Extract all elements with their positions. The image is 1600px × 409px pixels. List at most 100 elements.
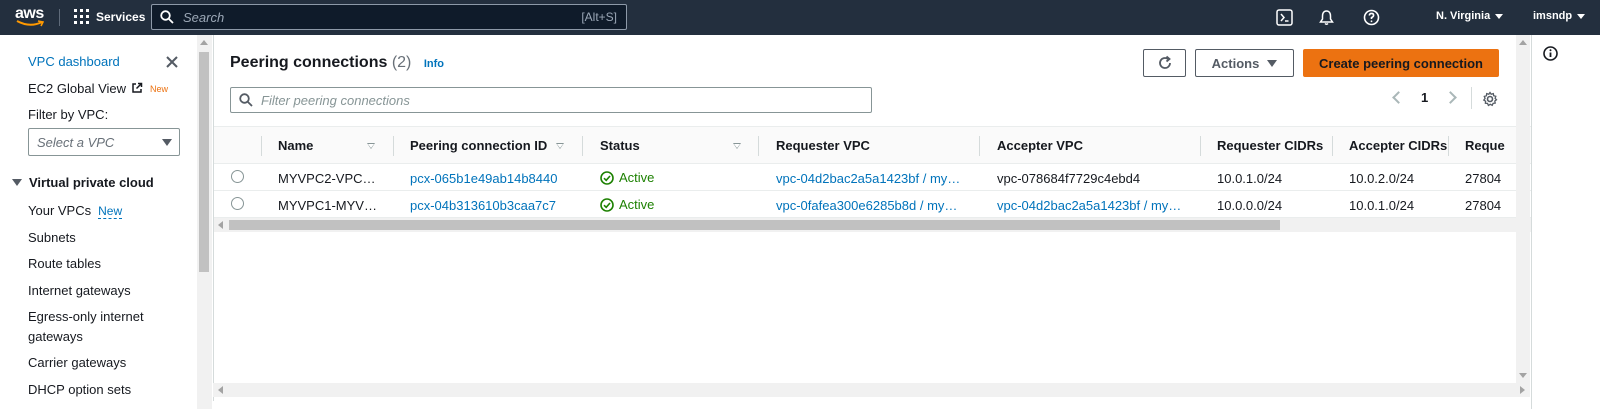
account-menu[interactable]: imsndp	[1533, 10, 1586, 22]
sidebar-item-egress-only-gateways-line2[interactable]: gateways	[28, 329, 83, 344]
sidebar-item-internet-gateways[interactable]: Internet gateways	[28, 283, 131, 298]
sidebar-item-route-tables[interactable]: Route tables	[28, 256, 101, 271]
sidebar-item-carrier-gateways[interactable]: Carrier gateways	[28, 355, 126, 370]
pager-divider	[1471, 87, 1472, 109]
cell-name: MYVPC1-MYV…	[278, 198, 377, 213]
your-vpcs-label: Your VPCs	[28, 203, 92, 218]
cell-requester-cidrs: 10.0.1.0/24	[1217, 171, 1283, 186]
sidebar-item-subnets[interactable]: Subnets	[28, 230, 76, 245]
services-label: Services	[96, 9, 146, 24]
pagination: 1	[1392, 90, 1458, 105]
refresh-button[interactable]	[1143, 49, 1186, 77]
section-virtual-private-cloud[interactable]: Virtual private cloud	[12, 175, 154, 190]
vpc-select[interactable]: Select a VPC	[28, 128, 180, 156]
scroll-right-icon[interactable]	[1520, 386, 1525, 394]
column-divider	[979, 136, 980, 156]
cell-status: Active	[600, 170, 654, 185]
vpc-select-placeholder: Select a VPC	[37, 135, 115, 150]
column-divider	[582, 136, 583, 156]
cell-peering-id-link[interactable]: pcx-065b1e49ab14b8440	[410, 171, 557, 186]
cell-status: Active	[600, 197, 654, 212]
next-page-icon[interactable]	[1444, 91, 1458, 104]
caret-down-icon	[1267, 59, 1278, 67]
page-title: Peering connections (2) Info	[230, 54, 444, 72]
expand-icon	[12, 179, 22, 186]
main-horizontal-scrollbar[interactable]	[213, 383, 1530, 397]
column-accepter-cidrs[interactable]: Accepter CIDRs	[1349, 138, 1447, 153]
actions-label: Actions	[1211, 55, 1260, 71]
row-radio[interactable]	[231, 197, 244, 210]
nav-divider	[59, 9, 60, 26]
column-accepter-vpc[interactable]: Accepter VPC	[997, 138, 1083, 153]
sidebar-item-egress-only-gateways[interactable]: Egress-only internet	[28, 309, 144, 324]
table-header: Name Peering connection ID Status Reques…	[214, 126, 1531, 164]
sidebar-item-your-vpcs[interactable]: Your VPCs New	[28, 203, 123, 219]
section-label: Virtual private cloud	[29, 175, 154, 190]
table-row[interactable]: MYVPC2-VPC… pcx-065b1e49ab14b8440 Active…	[214, 165, 1531, 191]
cell-requester-vpc-link[interactable]: vpc-0fafea300e6285b8d / my…	[776, 198, 957, 213]
scroll-left-icon[interactable]	[218, 221, 223, 229]
row-radio[interactable]	[231, 170, 244, 183]
cell-requester-owner: 27804	[1465, 171, 1502, 186]
column-name[interactable]: Name	[278, 138, 313, 153]
sidebar: VPC dashboard EC2 Global View New Filter…	[0, 35, 197, 409]
cell-requester-vpc-link[interactable]: vpc-04d2bac2a5a1423bf / my…	[776, 171, 960, 186]
sort-icon[interactable]	[556, 143, 564, 149]
scroll-up-icon[interactable]	[1519, 40, 1527, 45]
sort-icon[interactable]	[367, 143, 375, 149]
help-icon[interactable]	[1363, 9, 1380, 26]
table-horizontal-scrollbar[interactable]	[214, 218, 1531, 232]
aws-logo[interactable]: aws	[14, 4, 48, 30]
previous-page-icon[interactable]	[1392, 91, 1405, 104]
table-row[interactable]: MYVPC1-MYV… pcx-04b313610b3caa7c7 Active…	[214, 192, 1531, 218]
column-peering-connection-id[interactable]: Peering connection ID	[410, 138, 547, 153]
column-divider	[1332, 136, 1333, 156]
sidebar-item-dhcp-option-sets[interactable]: DHCP option sets	[28, 382, 131, 397]
top-navigation: aws Services Search [Alt+S] N. Virginia	[0, 0, 1600, 35]
status-label: Active	[619, 170, 655, 185]
cell-peering-id-link[interactable]: pcx-04b313610b3caa7c7	[410, 198, 556, 213]
scroll-down-icon[interactable]	[1519, 373, 1527, 378]
region-label: N. Virginia	[1436, 10, 1491, 22]
sidebar-item-ec2-global-view[interactable]: EC2 Global View New	[28, 81, 168, 96]
caret-down-icon	[162, 139, 172, 146]
sidebar-item-vpc-dashboard[interactable]: VPC dashboard	[28, 54, 120, 69]
cloudshell-icon[interactable]	[1276, 9, 1293, 26]
title-text: Peering connections	[230, 54, 388, 71]
main-content: Peering connections (2) Info Actions Cre…	[213, 35, 1531, 401]
column-divider	[1448, 136, 1449, 156]
main-vertical-scrollbar[interactable]	[1516, 35, 1530, 383]
bell-icon[interactable]	[1318, 9, 1335, 26]
scroll-left-icon[interactable]	[218, 386, 223, 394]
sidebar-scrollbar[interactable]	[197, 35, 212, 409]
actions-button[interactable]: Actions	[1195, 49, 1294, 77]
column-divider	[393, 136, 394, 156]
region-selector[interactable]: N. Virginia	[1436, 10, 1504, 22]
close-icon[interactable]	[165, 55, 179, 69]
create-peering-connection-button[interactable]: Create peering connection	[1303, 49, 1499, 77]
filter-input[interactable]: Filter peering connections	[230, 87, 872, 113]
info-icon[interactable]	[1543, 46, 1558, 61]
status-success-icon	[600, 170, 614, 185]
create-label: Create peering connection	[1319, 55, 1483, 71]
help-panel-rail	[1531, 35, 1600, 409]
scroll-up-icon[interactable]	[200, 40, 208, 45]
filter-by-vpc-label: Filter by VPC:	[28, 107, 109, 122]
cell-accepter-vpc-link[interactable]: vpc-04d2bac2a5a1423bf / my…	[997, 198, 1181, 213]
column-requester-vpc[interactable]: Requester VPC	[776, 138, 870, 153]
sort-icon[interactable]	[733, 143, 741, 149]
search-input[interactable]: Search [Alt+S]	[151, 4, 627, 30]
cell-accepter-cidrs: 10.0.1.0/24	[1349, 198, 1415, 213]
title-count: (2)	[391, 54, 412, 71]
search-icon	[239, 93, 253, 107]
services-menu-button[interactable]: Services	[74, 9, 145, 24]
column-status[interactable]: Status	[600, 138, 640, 153]
column-requester-owner[interactable]: Reque	[1465, 138, 1517, 153]
current-page[interactable]: 1	[1421, 90, 1428, 105]
scrollbar-thumb[interactable]	[229, 220, 1280, 230]
scrollbar-thumb[interactable]	[199, 52, 209, 272]
info-link[interactable]: Info	[424, 58, 444, 70]
gear-icon[interactable]	[1482, 91, 1498, 107]
column-requester-cidrs[interactable]: Requester CIDRs	[1217, 138, 1323, 153]
aws-smile-icon	[16, 20, 44, 27]
